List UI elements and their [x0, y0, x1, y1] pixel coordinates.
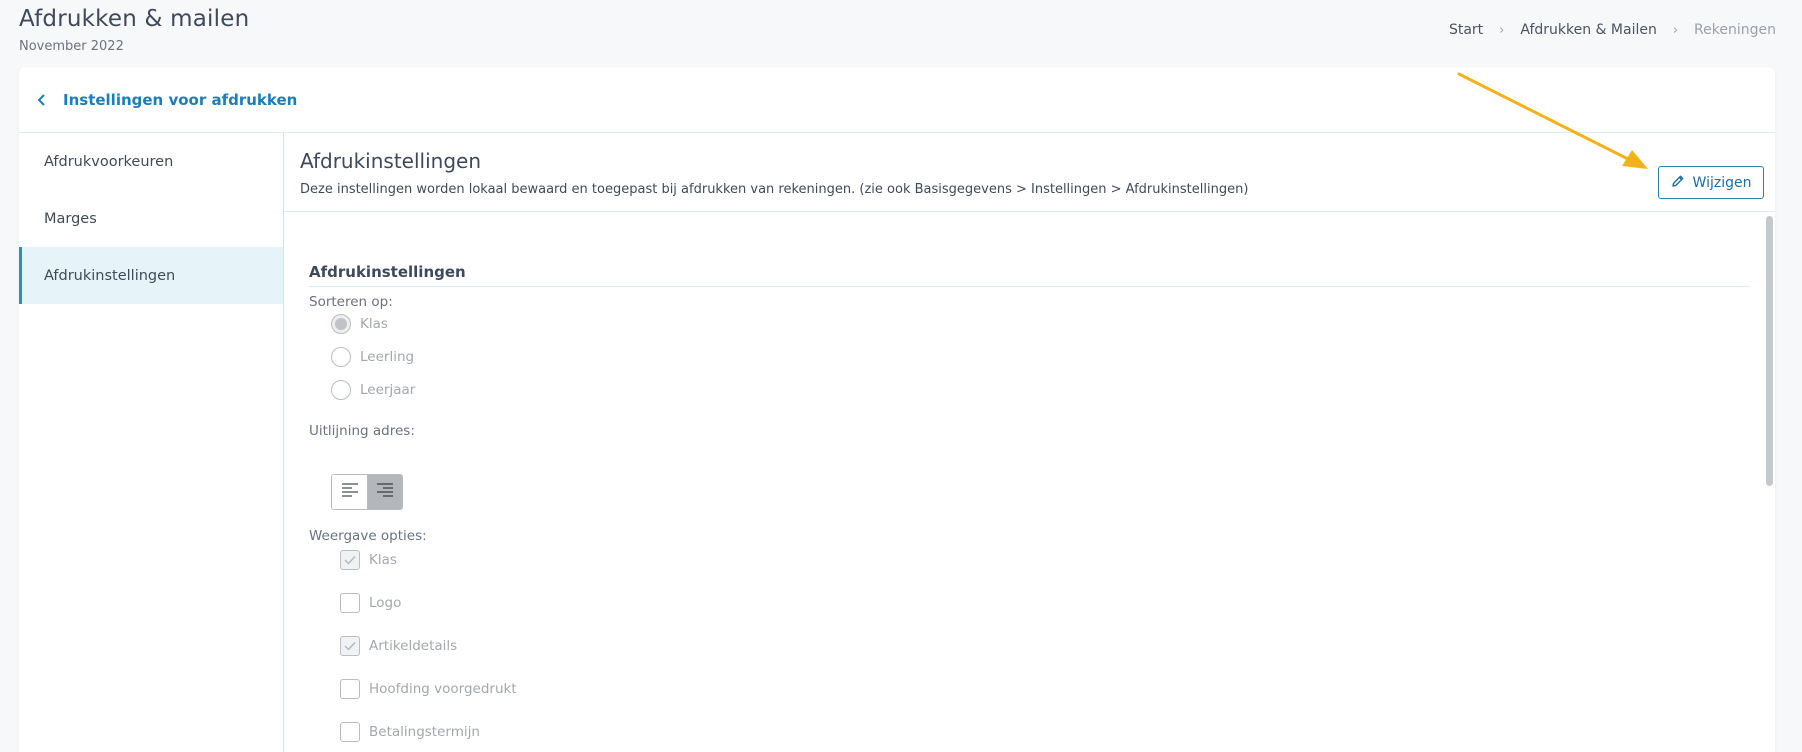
align-left-icon	[341, 482, 359, 502]
page-title: Afdrukken & mailen	[19, 6, 250, 32]
form-section-title: Afdrukinstellingen	[309, 263, 1750, 287]
content-title: Afdrukinstellingen	[300, 149, 482, 173]
radio-checked[interactable]	[331, 314, 351, 334]
checkbox-label: Logo	[369, 595, 402, 611]
breadcrumb-rekeningen: Rekeningen	[1694, 22, 1776, 38]
checkbox-checked[interactable]	[340, 550, 360, 570]
radio-label: Leerjaar	[360, 382, 416, 398]
breadcrumb-start[interactable]: Start	[1449, 22, 1483, 38]
edit-button-label: Wijzigen	[1692, 174, 1752, 191]
checkbox-checked[interactable]	[340, 636, 360, 656]
settings-sidebar: Afdrukvoorkeuren Marges Afdrukinstelling…	[19, 133, 284, 752]
display-option-logo[interactable]: Logo	[340, 593, 401, 613]
chevron-right-icon: ›	[1672, 22, 1679, 38]
sort-option-leerjaar[interactable]: Leerjaar	[331, 380, 415, 400]
checkbox[interactable]	[340, 593, 360, 613]
content-header: Afdrukinstellingen Deze instellingen wor…	[284, 133, 1775, 212]
radio[interactable]	[331, 347, 351, 367]
radio-label: Leerling	[360, 349, 415, 365]
display-option-klas[interactable]: Klas	[340, 550, 397, 570]
back-link-label: Instellingen voor afdrukken	[63, 90, 298, 109]
sidebar-item-marges[interactable]: Marges	[19, 190, 283, 247]
checkbox-label: Betalingstermijn	[369, 724, 480, 740]
checkbox-label: Hoofding voorgedrukt	[369, 681, 517, 697]
page-subtitle: November 2022	[19, 39, 124, 54]
pencil-icon	[1671, 174, 1685, 192]
radio-label: Klas	[360, 316, 388, 332]
align-left-button[interactable]	[332, 475, 367, 509]
form-scroll-area[interactable]: Afdrukinstellingen Sorteren op: Klas Lee…	[284, 212, 1775, 752]
align-right-button[interactable]	[367, 475, 402, 509]
checkbox-label: Artikeldetails	[369, 638, 458, 654]
sidebar-item-afdrukvoorkeuren[interactable]: Afdrukvoorkeuren	[19, 133, 283, 190]
content-panel: Afdrukinstellingen Deze instellingen wor…	[284, 133, 1775, 752]
sort-option-leerling[interactable]: Leerling	[331, 347, 414, 367]
chevron-right-icon: ›	[1499, 22, 1505, 38]
checkbox[interactable]	[340, 722, 360, 742]
align-label: Uitlijning adres:	[309, 423, 415, 439]
sort-option-klas[interactable]: Klas	[331, 314, 388, 334]
display-option-betalingstermijn[interactable]: Betalingstermijn	[340, 722, 480, 742]
display-option-hoofding-voorgedrukt[interactable]: Hoofding voorgedrukt	[340, 679, 517, 699]
display-option-artikeldetails[interactable]: Artikeldetails	[340, 636, 457, 656]
back-link[interactable]: Instellingen voor afdrukken	[29, 91, 297, 109]
scrollbar-thumb[interactable]	[1766, 216, 1773, 486]
breadcrumb: Start › Afdrukken & Mailen › Rekeningen	[1449, 22, 1776, 38]
address-align-toggle	[331, 474, 403, 510]
card-header: Instellingen voor afdrukken	[19, 67, 1775, 133]
sidebar-item-afdrukinstellingen[interactable]: Afdrukinstellingen	[19, 247, 283, 304]
checkbox-label: Klas	[369, 552, 397, 568]
settings-card: Instellingen voor afdrukken Afdrukvoorke…	[19, 67, 1775, 752]
radio[interactable]	[331, 380, 351, 400]
checkbox[interactable]	[340, 679, 360, 699]
chevron-left-icon	[29, 93, 55, 107]
display-options-label: Weergave opties:	[309, 528, 427, 544]
breadcrumb-afdrukken-mailen[interactable]: Afdrukken & Mailen	[1520, 22, 1656, 38]
page-header: Afdrukken & mailen November 2022	[19, 6, 249, 54]
content-description: Deze instellingen worden lokaal bewaard …	[300, 182, 1249, 197]
sort-label: Sorteren op:	[309, 294, 393, 310]
edit-button[interactable]: Wijzigen	[1658, 166, 1764, 199]
align-right-icon	[376, 482, 394, 502]
